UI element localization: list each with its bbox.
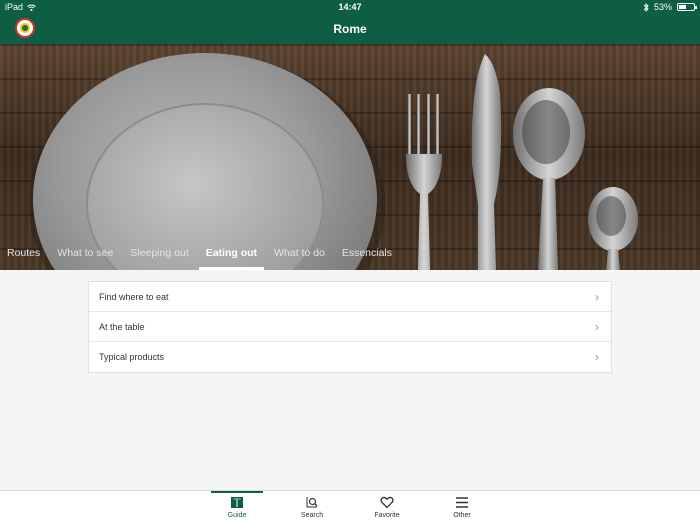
tab-other[interactable]: Other [436,491,488,525]
tab-search[interactable]: Search [286,491,338,525]
list-item-label: At the table [99,321,145,332]
hero-image [0,44,700,270]
page-title: Rome [333,22,367,36]
book-icon [231,497,243,508]
tab-what-to-do[interactable]: What to do [267,244,332,270]
tab-guide[interactable]: Guide [211,491,263,525]
heart-icon [380,496,394,509]
chevron-right-icon: › [595,350,599,364]
tableware-illustration [29,53,638,270]
chevron-right-icon: › [595,319,599,334]
tab-search-label: Search [300,512,324,519]
tab-essencials[interactable]: Essencials [335,244,399,270]
tab-other-label: Other [453,512,471,519]
clock: 14:47 [338,2,362,12]
status-bar: iPad 14:47 53% [0,0,700,14]
list-item-label: Find where to eat [99,291,169,302]
tab-favorite[interactable]: Favorite [361,491,413,525]
list-item-label: Typical products [99,352,165,362]
chevron-right-icon: › [595,289,599,304]
battery-percent: 53% [653,2,672,12]
list-item-typical-products[interactable]: Typical products › [89,342,611,372]
search-icon [306,497,318,508]
battery-icon [677,3,697,11]
menu-icon [456,497,468,508]
tab-favorite-label: Favorite [374,512,400,519]
bluetooth-icon [643,2,649,12]
eating-out-list: Find where to eat › At the table › Typic… [88,281,612,373]
list-item-at-the-table[interactable]: At the table › [89,312,611,342]
bottom-tab-bar: Guide Search Favorite Other [0,490,700,525]
tab-eating-out[interactable]: Eating out [198,244,265,270]
tab-guide-label: Guide [227,512,247,519]
nav-bar: Rome [0,14,700,44]
list-item-find-where-to-eat[interactable]: Find where to eat › [89,282,611,312]
category-tabs: Routes What to see Sleeping out Eating out W… [0,244,402,270]
tab-routes[interactable]: Routes [0,244,47,270]
tab-what-to-see[interactable]: What to see [50,244,120,270]
tab-sleeping-out[interactable]: Sleeping out [123,244,195,270]
